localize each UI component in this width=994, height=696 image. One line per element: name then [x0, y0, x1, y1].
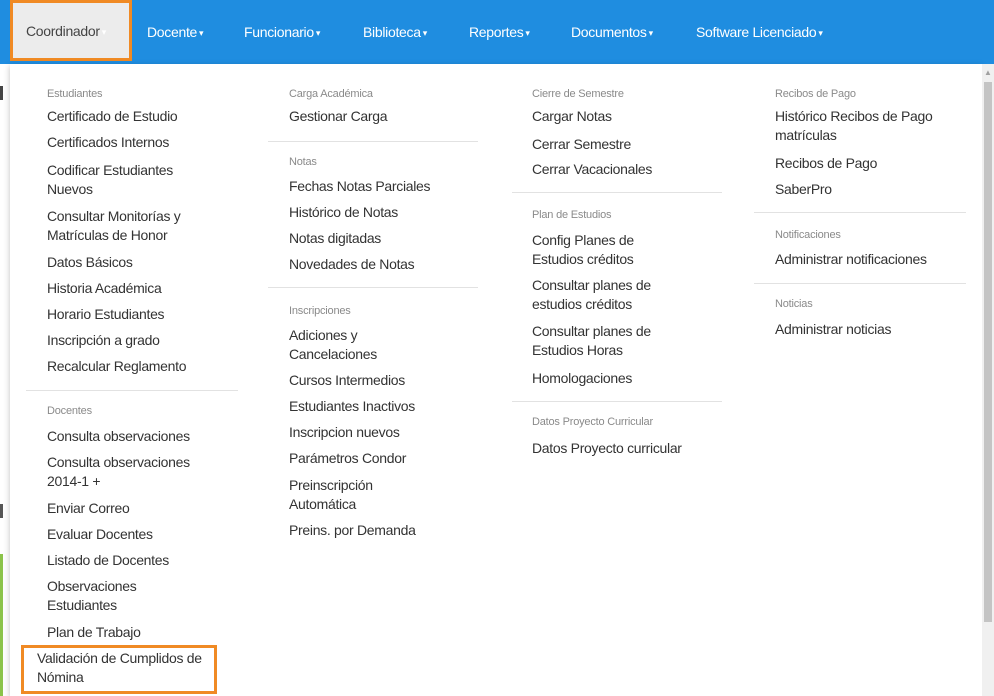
menu-item[interactable]: Administrar noticias [775, 320, 965, 339]
menu-item[interactable]: Consulta observaciones 2014-1 + [47, 453, 217, 491]
section-header-proyecto: Datos Proyecto Curricular [532, 416, 653, 428]
menu-item[interactable]: Recalcular Reglamento [47, 357, 227, 376]
menu-item[interactable]: Histórico Recibos de Pago matrículas [775, 107, 935, 145]
menu-item[interactable]: Consultar Monitorías y Matrículas de Hon… [47, 207, 217, 245]
nav-funcionario[interactable]: Funcionario ▾ [244, 24, 320, 40]
section-header-notificaciones: Notificaciones [775, 229, 841, 241]
page-edge-mark [0, 504, 3, 518]
section-divider [754, 283, 966, 284]
section-divider [268, 141, 478, 142]
menu-item[interactable]: Observaciones Estudiantes [47, 577, 197, 615]
menu-item[interactable]: Config Planes de Estudios créditos [532, 231, 672, 269]
menu-item[interactable]: SaberPro [775, 180, 965, 199]
chevron-down-icon: ▾ [422, 28, 428, 38]
menu-item[interactable]: Novedades de Notas [289, 255, 479, 274]
menu-item[interactable]: Notas digitadas [289, 229, 479, 248]
section-header-carga: Carga Académica [289, 88, 373, 100]
menu-item[interactable]: Inscripcion nuevos [289, 423, 479, 442]
menu-item[interactable]: Preins. por Demanda [289, 521, 479, 540]
menu-item[interactable]: Recibos de Pago [775, 154, 965, 173]
nav-funcionario-label: Funcionario [244, 24, 314, 40]
menu-item[interactable]: Fechas Notas Parciales [289, 177, 479, 196]
menu-item[interactable]: Listado de Docentes [47, 551, 227, 570]
chevron-down-icon: ▾ [199, 28, 204, 38]
menu-item[interactable]: Cursos Intermedios [289, 371, 479, 390]
vertical-scrollbar[interactable]: ▲ [982, 64, 994, 696]
nav-biblioteca-label: Biblioteca [363, 24, 421, 40]
menu-item[interactable]: Adiciones y Cancelaciones [289, 326, 419, 364]
nav-documentos-label: Documentos [571, 24, 647, 40]
menu-item[interactable]: Codificar Estudiantes Nuevos [47, 161, 217, 199]
section-header-estudiantes: Estudiantes [47, 88, 103, 100]
coordinador-dropdown-menu: Estudiantes Certificado de Estudio Certi… [10, 64, 982, 696]
menu-item[interactable]: Horario Estudiantes [47, 305, 227, 324]
menu-item[interactable]: Estudiantes Inactivos [289, 397, 479, 416]
menu-item[interactable]: Gestionar Carga [289, 107, 479, 126]
menu-item[interactable]: Certificados Internos [47, 133, 227, 152]
menu-item[interactable]: Plan de Trabajo [47, 623, 227, 642]
section-header-recibos: Recibos de Pago [775, 88, 856, 100]
nav-coordinador[interactable]: Coordinador ▾ [10, 0, 132, 61]
highlight-box [21, 645, 217, 694]
nav-docente[interactable]: Docente ▾ [147, 24, 204, 40]
menu-item[interactable]: Datos Proyecto curricular [532, 439, 722, 458]
section-header-notas: Notas [289, 156, 317, 168]
nav-software-licenciado-label: Software Licenciado [696, 24, 817, 40]
menu-item[interactable]: Datos Básicos [47, 253, 227, 272]
menu-item[interactable]: Inscripción a grado [47, 331, 227, 350]
menu-item[interactable]: Consulta observaciones [47, 427, 227, 446]
nav-reportes-label: Reportes [469, 24, 524, 40]
page-background [0, 64, 10, 696]
section-header-noticias: Noticias [775, 298, 813, 310]
section-divider [754, 212, 966, 213]
menu-item[interactable]: Evaluar Docentes [47, 525, 227, 544]
section-header-inscripciones: Inscripciones [289, 305, 351, 317]
nav-docente-label: Docente [147, 24, 198, 40]
nav-reportes[interactable]: Reportes ▾ [469, 24, 530, 40]
chevron-down-icon: ▾ [315, 28, 321, 38]
menu-item[interactable]: Preinscripción Automática [289, 476, 409, 514]
page-edge-mark [0, 86, 3, 100]
nav-coordinador-label: Coordinador [26, 23, 100, 39]
menu-item[interactable]: Homologaciones [532, 369, 722, 388]
menu-item[interactable]: Histórico de Notas [289, 203, 479, 222]
menu-item[interactable]: Historia Académica [47, 279, 227, 298]
chevron-down-icon: ▾ [525, 28, 530, 38]
section-divider [26, 390, 238, 391]
menu-item[interactable]: Enviar Correo [47, 499, 227, 518]
section-divider [268, 287, 478, 288]
section-header-docentes: Docentes [47, 405, 92, 417]
nav-biblioteca[interactable]: Biblioteca ▾ [363, 24, 427, 40]
menu-item[interactable]: Parámetros Condor [289, 449, 479, 468]
section-divider [512, 192, 722, 193]
menu-item[interactable]: Consultar planes de Estudios Horas [532, 322, 682, 360]
menu-item[interactable]: Cerrar Semestre [532, 135, 722, 154]
scroll-up-arrow-icon[interactable]: ▲ [984, 68, 992, 77]
page-edge-mark [0, 554, 3, 696]
chevron-down-icon: ▾ [648, 28, 654, 38]
menu-item[interactable]: Consultar planes de estudios créditos [532, 276, 682, 314]
scrollbar-thumb[interactable] [984, 82, 992, 622]
top-navbar: Coordinador ▾ Docente ▾ Funcionario ▾ Bibli… [0, 0, 994, 64]
chevron-down-icon: ▾ [818, 28, 823, 38]
menu-item[interactable]: Administrar notificaciones [775, 250, 965, 269]
nav-software-licenciado[interactable]: Software Licenciado ▾ [696, 24, 823, 40]
section-header-plan: Plan de Estudios [532, 209, 612, 221]
nav-documentos[interactable]: Documentos ▾ [571, 24, 653, 40]
menu-item[interactable]: Cargar Notas [532, 107, 722, 126]
chevron-down-icon: ▾ [101, 27, 107, 37]
menu-item[interactable]: Cerrar Vacacionales [532, 160, 722, 179]
section-header-cierre: Cierre de Semestre [532, 88, 624, 100]
section-divider [512, 401, 722, 402]
menu-item[interactable]: Certificado de Estudio [47, 107, 227, 126]
